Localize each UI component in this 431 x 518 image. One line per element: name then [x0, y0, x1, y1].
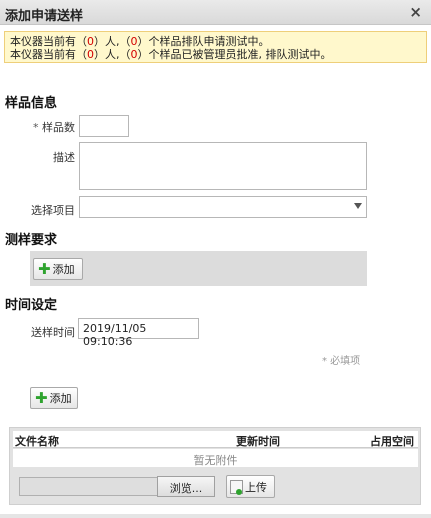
approved-sample-count: 0: [130, 48, 138, 61]
attachment-table-header: 文件名称 更新时间 占用空间: [13, 431, 418, 448]
description-label: 描述: [53, 151, 75, 164]
dialog-title: 添加申请送样: [5, 9, 84, 24]
section-time-settings: 时间设定: [5, 298, 58, 313]
browse-button[interactable]: 浏览...: [157, 476, 215, 497]
upload-icon: [230, 479, 243, 495]
section-sample-info: 样品信息: [5, 96, 58, 111]
queue-people-count: 0: [87, 35, 94, 48]
close-icon[interactable]: ×: [409, 3, 422, 21]
column-file-name: 文件名称: [15, 435, 59, 448]
column-updated-time: 更新时间: [236, 435, 280, 448]
chevron-down-icon[interactable]: [354, 203, 362, 209]
queue-notice: 本仪器当前有（0）人,（0）个样品排队申请测试中。 本仪器当前有（0）人,（0）…: [4, 31, 427, 63]
sample-count-input[interactable]: [79, 115, 129, 137]
notice-line-2: 本仪器当前有（0）人,（0）个样品已被管理员批准, 排队测试中。: [10, 48, 332, 61]
queue-sample-count: 0: [130, 35, 138, 48]
approved-people-count: 0: [87, 48, 94, 61]
sample-count-label: * 样品数: [33, 121, 75, 134]
attachment-panel: 文件名称 更新时间 占用空间 暂无附件 浏览... 上传: [9, 427, 421, 505]
file-path-input[interactable]: [19, 477, 158, 496]
add-attachment-button[interactable]: ✚ 添加: [30, 387, 78, 409]
bottom-divider: [0, 514, 431, 518]
plus-icon: ✚: [38, 260, 51, 278]
test-requirements-panel: ✚ 添加: [30, 251, 367, 286]
upload-button[interactable]: 上传: [226, 475, 275, 498]
dialog-titlebar: 添加申请送样 ×: [0, 0, 431, 25]
send-time-label: 送样时间: [31, 326, 75, 339]
required-hint: * 必填项: [322, 356, 361, 367]
add-requirement-button[interactable]: ✚ 添加: [33, 258, 83, 280]
section-test-requirements: 测样要求: [5, 233, 58, 248]
column-size: 占用空间: [370, 435, 414, 448]
description-textarea[interactable]: [79, 142, 367, 190]
attachment-empty-text: 暂无附件: [13, 449, 418, 467]
project-select[interactable]: [79, 196, 367, 218]
plus-icon: ✚: [35, 389, 48, 407]
notice-line-1: 本仪器当前有（0）人,（0）个样品排队申请测试中。: [10, 35, 270, 48]
project-label: 选择项目: [31, 204, 75, 217]
send-time-input[interactable]: 2019/11/05 09:10:36: [78, 318, 199, 348]
